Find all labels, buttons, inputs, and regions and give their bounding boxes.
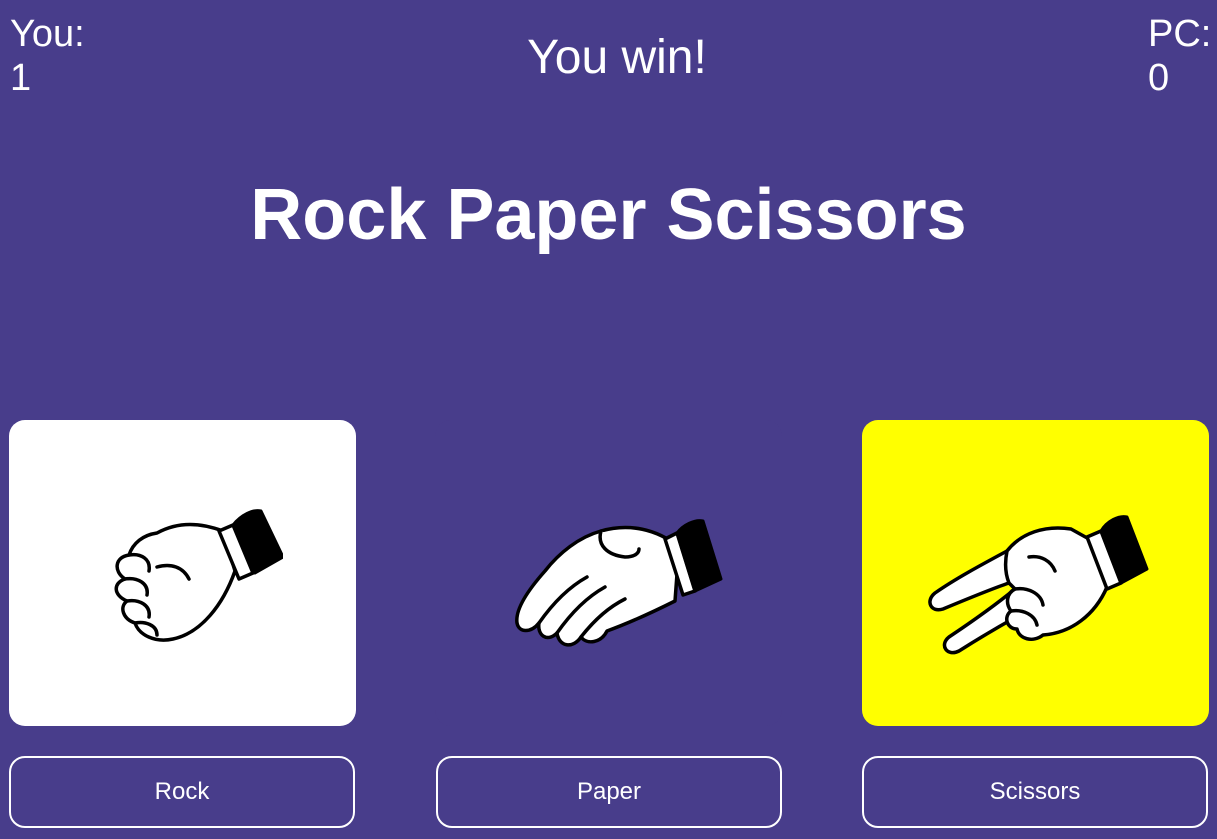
- rock-card[interactable]: [9, 420, 356, 726]
- paper-button[interactable]: Paper: [436, 756, 782, 828]
- scissors-button[interactable]: Scissors: [862, 756, 1208, 828]
- game-title: Rock Paper Scissors: [250, 175, 967, 255]
- pc-score-label: PC:: [1148, 13, 1212, 55]
- fist-hand-icon: [114, 509, 283, 642]
- open-hand-icon: [514, 519, 722, 647]
- pc-score: PC: 0: [1148, 12, 1211, 100]
- rock-button[interactable]: Rock: [9, 756, 355, 828]
- pc-score-value: 0: [1148, 57, 1170, 99]
- scissors-card[interactable]: [862, 420, 1209, 726]
- two-finger-hand-icon: [927, 515, 1148, 655]
- round-result: You win!: [527, 31, 707, 84]
- paper-card[interactable]: [435, 420, 782, 726]
